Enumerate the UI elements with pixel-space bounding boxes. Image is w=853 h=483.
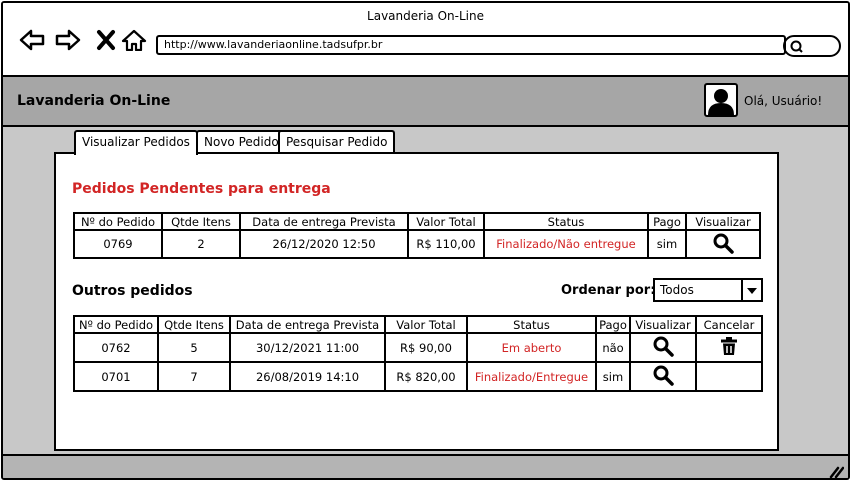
col-header: Nº do Pedido: [73, 315, 159, 334]
orders-panel: Pedidos Pendentes para entrega Nº do Ped…: [54, 152, 779, 451]
table-row: 0762 5 30/12/2021 11:00 R$ 90,00 Em aber…: [73, 332, 763, 363]
order-id: 0701: [73, 361, 159, 392]
cancel-cell-empty: [695, 361, 763, 392]
view-order-button[interactable]: [685, 229, 761, 259]
col-header: Visualizar: [629, 315, 697, 334]
magnifier-icon: [653, 365, 674, 386]
col-header: Qtde Itens: [157, 315, 231, 334]
order-qty: 5: [157, 332, 231, 363]
sort-select[interactable]: Todos: [653, 278, 763, 302]
view-order-button[interactable]: [629, 332, 697, 363]
col-header: Valor Total: [384, 315, 468, 334]
order-total: R$ 820,00: [384, 361, 468, 392]
order-status: Finalizado/Não entregue: [483, 229, 649, 259]
order-status: Finalizado/Entregue: [466, 361, 597, 392]
order-status: Em aberto: [466, 332, 597, 363]
table-header-row: Nº do Pedido Qtde Itens Data de entrega …: [73, 212, 761, 231]
home-icon[interactable]: [121, 29, 147, 51]
user-avatar-icon[interactable]: [704, 83, 738, 117]
cancel-order-button[interactable]: [695, 332, 763, 363]
trash-icon: [721, 337, 737, 355]
col-header: Qtde Itens: [161, 212, 241, 231]
other-orders-table: Nº do Pedido Qtde Itens Data de entrega …: [73, 315, 763, 392]
browser-window: Lavanderia On-Line http://www.lavanderia…: [1, 1, 850, 480]
order-paid: não: [595, 332, 631, 363]
table-header-row: Nº do Pedido Qtde Itens Data de entrega …: [73, 315, 763, 334]
col-header: Data de entrega Prevista: [239, 212, 409, 231]
order-paid: sim: [595, 361, 631, 392]
resize-grip-icon[interactable]: [828, 464, 844, 478]
order-date: 26/08/2019 14:10: [229, 361, 386, 392]
pending-orders-table: Nº do Pedido Qtde Itens Data de entrega …: [73, 212, 761, 259]
close-x-icon[interactable]: [94, 29, 120, 51]
main-content: Visualizar Pedidos Novo Pedido Pesquisar…: [3, 127, 848, 454]
url-bar[interactable]: http://www.lavanderiaonline.tadsufpr.br: [156, 35, 786, 55]
col-header: Visualizar: [685, 212, 761, 231]
order-date: 26/12/2020 12:50: [239, 229, 409, 259]
tab-novo-pedido[interactable]: Novo Pedido: [196, 130, 287, 152]
order-qty: 7: [157, 361, 231, 392]
view-order-button[interactable]: [629, 361, 697, 392]
app-name: Lavanderia On-Line: [17, 93, 171, 109]
sort-label: Ordenar por:: [561, 283, 656, 298]
order-total: R$ 110,00: [407, 229, 485, 259]
browser-chrome: Lavanderia On-Line http://www.lavanderia…: [3, 3, 848, 77]
other-orders-title: Outros pedidos: [72, 283, 193, 299]
order-qty: 2: [161, 229, 241, 259]
table-row: 0701 7 26/08/2019 14:10 R$ 820,00 Finali…: [73, 361, 763, 392]
table-row: 0769 2 26/12/2020 12:50 R$ 110,00 Finali…: [73, 229, 761, 259]
col-header: Status: [483, 212, 649, 231]
col-header: Cancelar: [695, 315, 763, 334]
col-header: Valor Total: [407, 212, 485, 231]
window-title: Lavanderia On-Line: [367, 9, 484, 23]
forward-arrow-icon[interactable]: [55, 29, 81, 51]
order-id: 0769: [73, 229, 163, 259]
app-header: Lavanderia On-Line Olá, Usuário!: [3, 77, 848, 127]
order-id: 0762: [73, 332, 159, 363]
order-paid: sim: [647, 229, 687, 259]
order-date: 30/12/2021 11:00: [229, 332, 386, 363]
sort-select-value: Todos: [660, 283, 694, 297]
order-total: R$ 90,00: [384, 332, 468, 363]
tab-pesquisar-pedido[interactable]: Pesquisar Pedido: [278, 130, 396, 152]
col-header: Pago: [595, 315, 631, 334]
chevron-down-icon: [741, 280, 761, 300]
pending-orders-title: Pedidos Pendentes para entrega: [72, 181, 331, 197]
search-icon: [790, 40, 803, 53]
col-header: Status: [466, 315, 597, 334]
col-header: Pago: [647, 212, 687, 231]
col-header: Data de entrega Prevista: [229, 315, 386, 334]
magnifier-icon: [653, 336, 674, 357]
tab-visualizar-pedidos[interactable]: Visualizar Pedidos: [74, 130, 198, 155]
user-greeting: Olá, Usuário!: [744, 94, 823, 108]
col-header: Nº do Pedido: [73, 212, 163, 231]
status-bar: [3, 454, 848, 478]
back-arrow-icon[interactable]: [19, 29, 45, 51]
magnifier-icon: [713, 233, 734, 254]
browser-search-button[interactable]: [783, 35, 841, 57]
